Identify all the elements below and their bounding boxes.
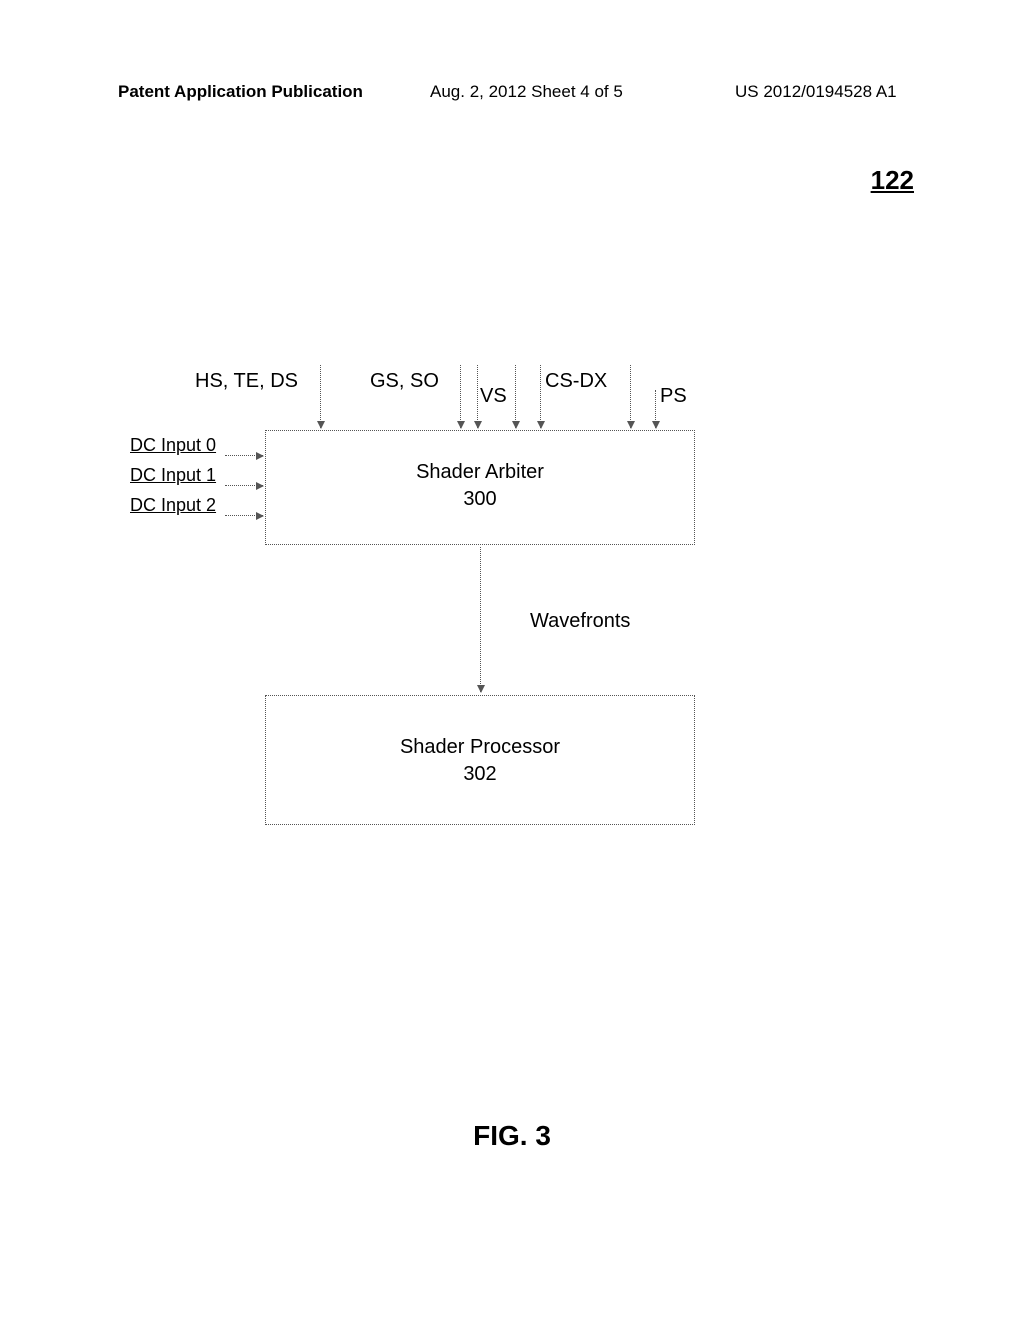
shader-arbiter-number: 300 (266, 488, 694, 511)
shader-processor-number: 302 (266, 763, 694, 786)
arrow-cs-dx-right (630, 365, 631, 428)
arrow-wavefronts (480, 547, 481, 692)
arrow-vs-left (477, 365, 478, 428)
dc-input-0-label: DC Input 0 (130, 435, 216, 456)
arrow-cs-dx-left (540, 365, 541, 428)
arrow-dc-input-2 (225, 515, 263, 516)
header-patent-number: US 2012/0194528 A1 (735, 82, 897, 102)
wavefronts-label: Wavefronts (530, 610, 630, 633)
input-label-hs-te-ds: HS, TE, DS (195, 370, 298, 393)
reference-number: 122 (871, 165, 914, 196)
arrow-vs-right (515, 365, 516, 428)
shader-arbiter-box: Shader Arbiter 300 (265, 430, 695, 545)
header-publication: Patent Application Publication (118, 82, 363, 102)
dc-input-2-label: DC Input 2 (130, 495, 216, 516)
arrow-gs-so (460, 365, 461, 428)
figure-label: FIG. 3 (0, 1120, 1024, 1152)
header-date-sheet: Aug. 2, 2012 Sheet 4 of 5 (430, 82, 623, 102)
input-label-gs-so: GS, SO (370, 370, 439, 393)
input-label-cs-dx: CS-DX (545, 370, 607, 393)
arrow-dc-input-1 (225, 485, 263, 486)
arrow-ps (655, 390, 656, 428)
dc-input-1-label: DC Input 1 (130, 465, 216, 486)
input-label-ps: PS (660, 385, 687, 408)
input-label-vs: VS (480, 385, 507, 408)
arrow-hs-te-ds (320, 365, 321, 428)
shader-processor-box: Shader Processor 302 (265, 695, 695, 825)
arrow-dc-input-0 (225, 455, 263, 456)
shader-arbiter-title: Shader Arbiter (266, 461, 694, 484)
shader-processor-title: Shader Processor (266, 736, 694, 759)
